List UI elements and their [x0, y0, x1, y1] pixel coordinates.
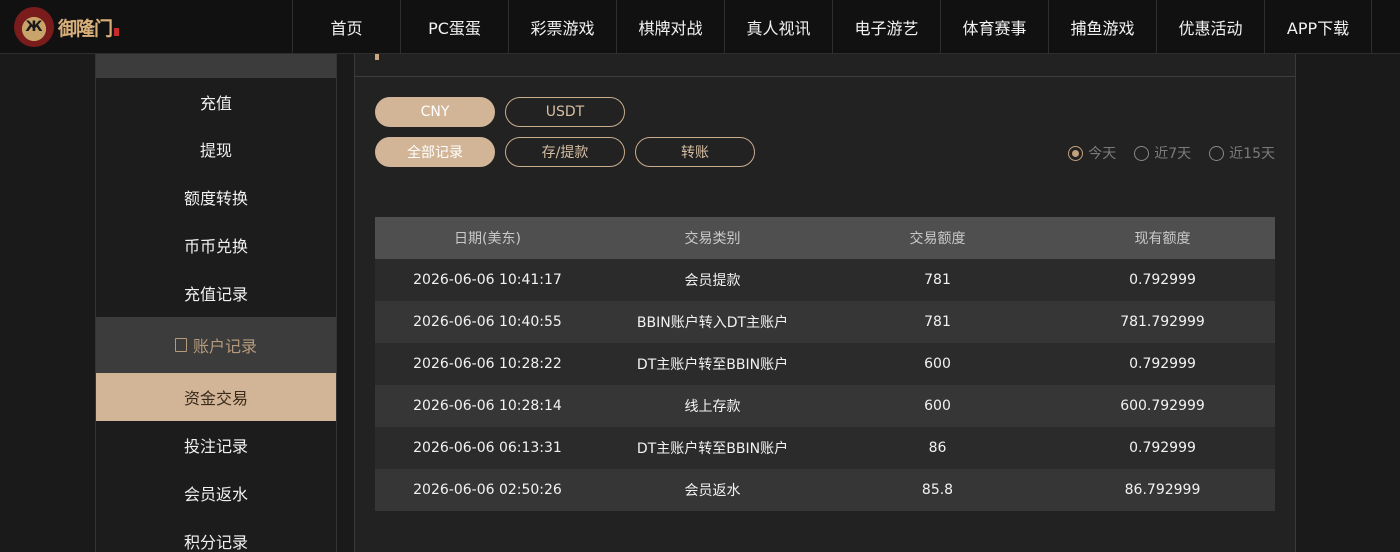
- cell-type: 会员提款: [684, 273, 741, 289]
- table-row: 2026-06-06 02:50:26 会员返水 85.8 86.792999: [375, 469, 1275, 511]
- cell-type: BBIN账户转入DT主账户: [636, 315, 789, 331]
- radio-today[interactable]: 今天: [1068, 143, 1116, 163]
- document-icon: [174, 338, 187, 352]
- site-logo[interactable]: Ж 御隆门: [14, 6, 124, 48]
- table-header-row: 日期(美东) 交易类别 交易额度 现有额度: [375, 217, 1275, 259]
- sidebar-item-withdraw[interactable]: 提现: [96, 125, 336, 173]
- table-row: 2026-06-06 06:13:31 DT主账户转至BBIN账户 86 0.7…: [375, 427, 1275, 469]
- cell-balance: 0.792999: [1129, 272, 1196, 288]
- nav-app-download[interactable]: APP下载: [1264, 0, 1372, 54]
- table-row: 2026-06-06 10:40:55 BBIN账户转入DT主账户 781 78…: [375, 301, 1275, 343]
- nav-lottery[interactable]: 彩票游戏: [508, 0, 616, 54]
- cell-amount: 600: [924, 398, 951, 414]
- cell-date: 2026-06-06 06:13:31: [413, 440, 562, 456]
- radio-last-7-days[interactable]: 近7天: [1134, 143, 1191, 163]
- logo-badge: [114, 28, 120, 36]
- cell-amount: 781: [924, 314, 951, 330]
- cell-type: 会员返水: [684, 483, 741, 499]
- nav-slots[interactable]: 电子游艺: [832, 0, 940, 54]
- logo-text: 御隆门: [58, 17, 113, 40]
- cell-balance: 0.792999: [1129, 356, 1196, 372]
- cell-date: 2026-06-06 02:50:26: [413, 482, 562, 498]
- sidebar-section-header-partial: [96, 54, 336, 78]
- sidebar-item-fund-transactions[interactable]: 资金交易: [96, 373, 336, 421]
- content-title-partial: [375, 54, 475, 76]
- cell-balance: 86.792999: [1124, 482, 1201, 498]
- radio-label: 近7天: [1154, 146, 1192, 162]
- sidebar-item-member-rebate[interactable]: 会员返水: [96, 469, 336, 517]
- filter-tab-transfer[interactable]: 转账: [635, 137, 755, 167]
- top-navbar: Ж 御隆门 首页 PC蛋蛋 彩票游戏 棋牌对战 真人视讯 电子游艺 体育赛事 捕…: [0, 0, 1400, 54]
- cell-type: DT主账户转至BBIN账户: [636, 441, 789, 457]
- cell-type: 线上存款: [684, 399, 741, 415]
- column-header-amount: 交易额度: [909, 231, 966, 247]
- sidebar-item-coin-exchange[interactable]: 币币兑换: [96, 221, 336, 269]
- currency-tab-usdt[interactable]: USDT: [505, 97, 625, 127]
- cell-amount: 781: [924, 272, 951, 288]
- content-divider: [355, 76, 1295, 77]
- currency-tab-cny[interactable]: CNY: [375, 97, 495, 127]
- radio-selected-icon: [1068, 145, 1084, 161]
- nav-sports[interactable]: 体育赛事: [940, 0, 1048, 54]
- table-row: 2026-06-06 10:28:14 线上存款 600 600.792999: [375, 385, 1275, 427]
- sidebar-item-deposit[interactable]: 充值: [96, 78, 336, 125]
- sidebar-item-balance-transfer[interactable]: 额度转换: [96, 173, 336, 221]
- cell-balance: 600.792999: [1120, 398, 1205, 414]
- cell-amount: 86: [928, 440, 947, 456]
- cell-type: DT主账户转至BBIN账户: [636, 357, 789, 373]
- sidebar-section-label: 账户记录: [192, 337, 257, 356]
- column-header-type: 交易类别: [684, 231, 741, 247]
- date-range-filter: 今天 近7天 近15天: [1068, 143, 1275, 163]
- cell-date: 2026-06-06 10:40:55: [413, 314, 562, 330]
- sidebar-item-bet-records[interactable]: 投注记录: [96, 421, 336, 469]
- nav-promotions[interactable]: 优惠活动: [1156, 0, 1264, 54]
- main-content: CNY USDT 全部记录 存/提款 转账 今天 近7天 近15天 日期(美东)…: [354, 54, 1296, 552]
- sidebar-item-deposit-records[interactable]: 充值记录: [96, 269, 336, 317]
- nav-chess-cards[interactable]: 棋牌对战: [616, 0, 724, 54]
- cell-date: 2026-06-06 10:28:22: [413, 356, 562, 372]
- cell-balance: 0.792999: [1129, 440, 1196, 456]
- radio-unselected-icon: [1134, 145, 1150, 161]
- cell-date: 2026-06-06 10:28:14: [413, 398, 562, 414]
- sidebar-item-points-records[interactable]: 积分记录: [96, 517, 336, 552]
- nav-fishing[interactable]: 捕鱼游戏: [1048, 0, 1156, 54]
- cell-amount: 600: [924, 356, 951, 372]
- nav-pc-dandan[interactable]: PC蛋蛋: [400, 0, 508, 54]
- column-header-date: 日期(美东): [454, 231, 521, 247]
- nav-live-casino[interactable]: 真人视讯: [724, 0, 832, 54]
- nav-home[interactable]: 首页: [292, 0, 400, 54]
- radio-last-15-days[interactable]: 近15天: [1209, 143, 1275, 163]
- sidebar-section-account-records: 账户记录: [96, 317, 336, 373]
- column-header-balance: 现有额度: [1134, 231, 1191, 247]
- cell-balance: 781.792999: [1120, 314, 1205, 330]
- account-sidebar: 充值 提现 额度转换 币币兑换 充值记录 账户记录 资金交易 投注记录 会员返水…: [95, 54, 337, 552]
- main-nav: 首页 PC蛋蛋 彩票游戏 棋牌对战 真人视讯 电子游艺 体育赛事 捕鱼游戏 优惠…: [292, 0, 1372, 54]
- logo-emblem-icon: Ж: [14, 7, 54, 47]
- title-accent-bar: [375, 54, 379, 60]
- transactions-table: 日期(美东) 交易类别 交易额度 现有额度 2026-06-06 10:41:1…: [375, 217, 1275, 511]
- table-row: 2026-06-06 10:28:22 DT主账户转至BBIN账户 600 0.…: [375, 343, 1275, 385]
- radio-label: 近15天: [1229, 146, 1275, 162]
- filter-tab-deposit-withdraw[interactable]: 存/提款: [505, 137, 625, 167]
- radio-unselected-icon: [1209, 145, 1225, 161]
- cell-date: 2026-06-06 10:41:17: [413, 272, 562, 288]
- table-row: 2026-06-06 10:41:17 会员提款 781 0.792999: [375, 259, 1275, 301]
- radio-label: 今天: [1088, 146, 1117, 162]
- cell-amount: 85.8: [921, 482, 954, 498]
- filter-tab-all-records[interactable]: 全部记录: [375, 137, 495, 167]
